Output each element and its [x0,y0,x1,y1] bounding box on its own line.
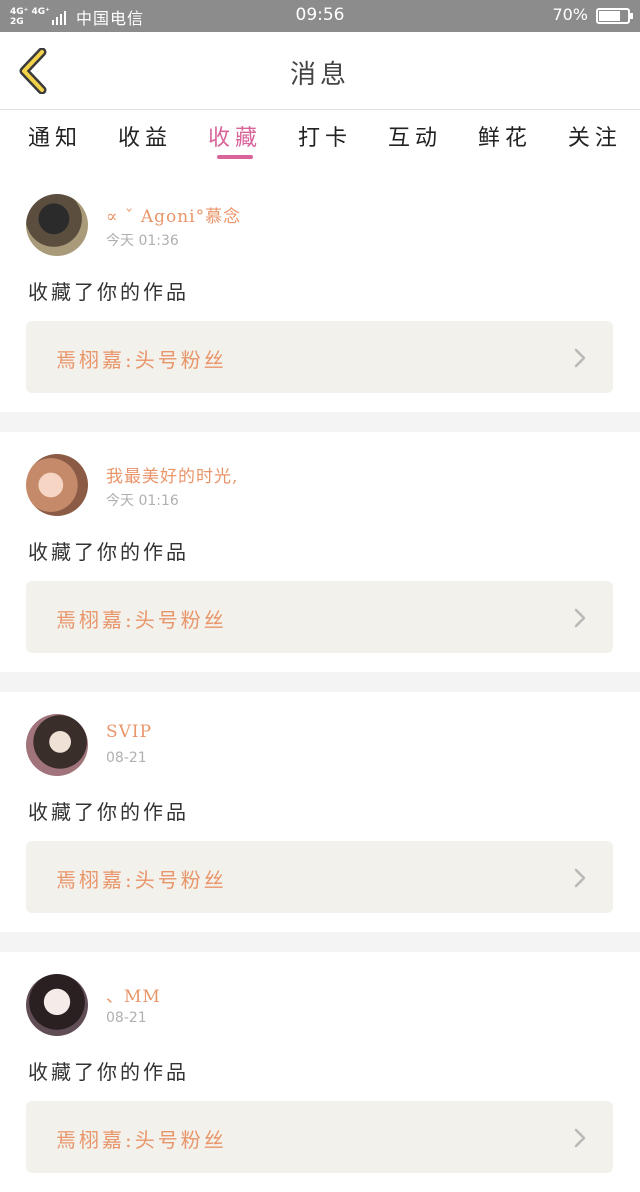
battery-percent: 70% [552,5,588,24]
message-time: 今天 01:36 [106,233,179,249]
tab-favorites[interactable]: 收藏 [208,110,262,170]
status-bar: 4G⁺ 4G⁺ 2G 中国电信 09:56 70% [0,0,640,32]
divider [0,932,640,952]
chevron-right-icon [574,608,586,628]
work-title: 焉栩嘉:头号粉丝 [56,1128,227,1152]
message-time: 08-21 [106,1010,147,1026]
chevron-right-icon [574,348,586,368]
work-link[interactable]: 焉栩嘉:头号粉丝 [26,321,613,393]
work-link[interactable]: 焉栩嘉:头号粉丝 [26,1101,613,1173]
message-item: 、MM 08-21 收藏了你的作品 焉栩嘉:头号粉丝 [0,952,640,1192]
tab-label: 通知 [28,126,83,151]
chevron-right-icon [574,1128,586,1148]
message-item: SVIP 08-21 收藏了你的作品 焉栩嘉:头号粉丝 [0,692,640,932]
avatar[interactable] [26,974,88,1036]
tab-follows[interactable]: 关注 [568,110,622,170]
username[interactable]: ∝ ˇ Agoni°慕念 [106,202,241,227]
work-title: 焉栩嘉:头号粉丝 [56,608,227,632]
work-link[interactable]: 焉栩嘉:头号粉丝 [26,581,613,653]
action-text: 收藏了你的作品 [28,1060,189,1084]
battery-icon [596,8,633,24]
nav-bar: 消息 [0,32,640,110]
tab-label: 打卡 [297,126,352,151]
page-title: 消息 [289,60,350,90]
tab-notifications[interactable]: 通知 [28,110,82,170]
tab-label: 鲜花 [477,126,532,151]
tab-label: 收藏 [207,126,262,151]
avatar[interactable] [26,714,88,776]
tab-checkin[interactable]: 打卡 [298,110,352,170]
work-title: 焉栩嘉:头号粉丝 [56,868,227,892]
tab-earnings[interactable]: 收益 [118,110,172,170]
tab-bar: 通知 收益 收藏 打卡 互动 鲜花 关注 [0,110,640,170]
message-time: 今天 01:16 [106,493,179,509]
tab-label: 收益 [117,126,172,151]
work-link[interactable]: 焉栩嘉:头号粉丝 [26,841,613,913]
action-text: 收藏了你的作品 [28,540,189,564]
status-time: 09:56 [295,5,345,25]
tab-label: 互动 [387,126,442,151]
username[interactable]: SVIP [106,722,152,742]
tab-label: 关注 [567,126,622,151]
tab-flowers[interactable]: 鲜花 [478,110,532,170]
active-tab-indicator [216,155,253,159]
avatar[interactable] [26,454,88,516]
work-title: 焉栩嘉:头号粉丝 [56,348,227,372]
action-text: 收藏了你的作品 [28,800,189,824]
avatar[interactable] [26,194,88,256]
tab-interactions[interactable]: 互动 [388,110,442,170]
action-text: 收藏了你的作品 [28,280,189,304]
message-time: 08-21 [106,750,147,766]
divider [0,672,640,692]
chevron-right-icon [574,868,586,888]
username[interactable]: 我最美好的时光, [106,462,238,487]
username[interactable]: 、MM [106,982,161,1007]
message-item: 我最美好的时光, 今天 01:16 收藏了你的作品 焉栩嘉:头号粉丝 [0,432,640,672]
message-item: ∝ ˇ Agoni°慕念 今天 01:36 收藏了你的作品 焉栩嘉:头号粉丝 [0,172,640,412]
divider [0,412,640,432]
message-list: ∝ ˇ Agoni°慕念 今天 01:36 收藏了你的作品 焉栩嘉:头号粉丝 我… [0,172,640,1192]
